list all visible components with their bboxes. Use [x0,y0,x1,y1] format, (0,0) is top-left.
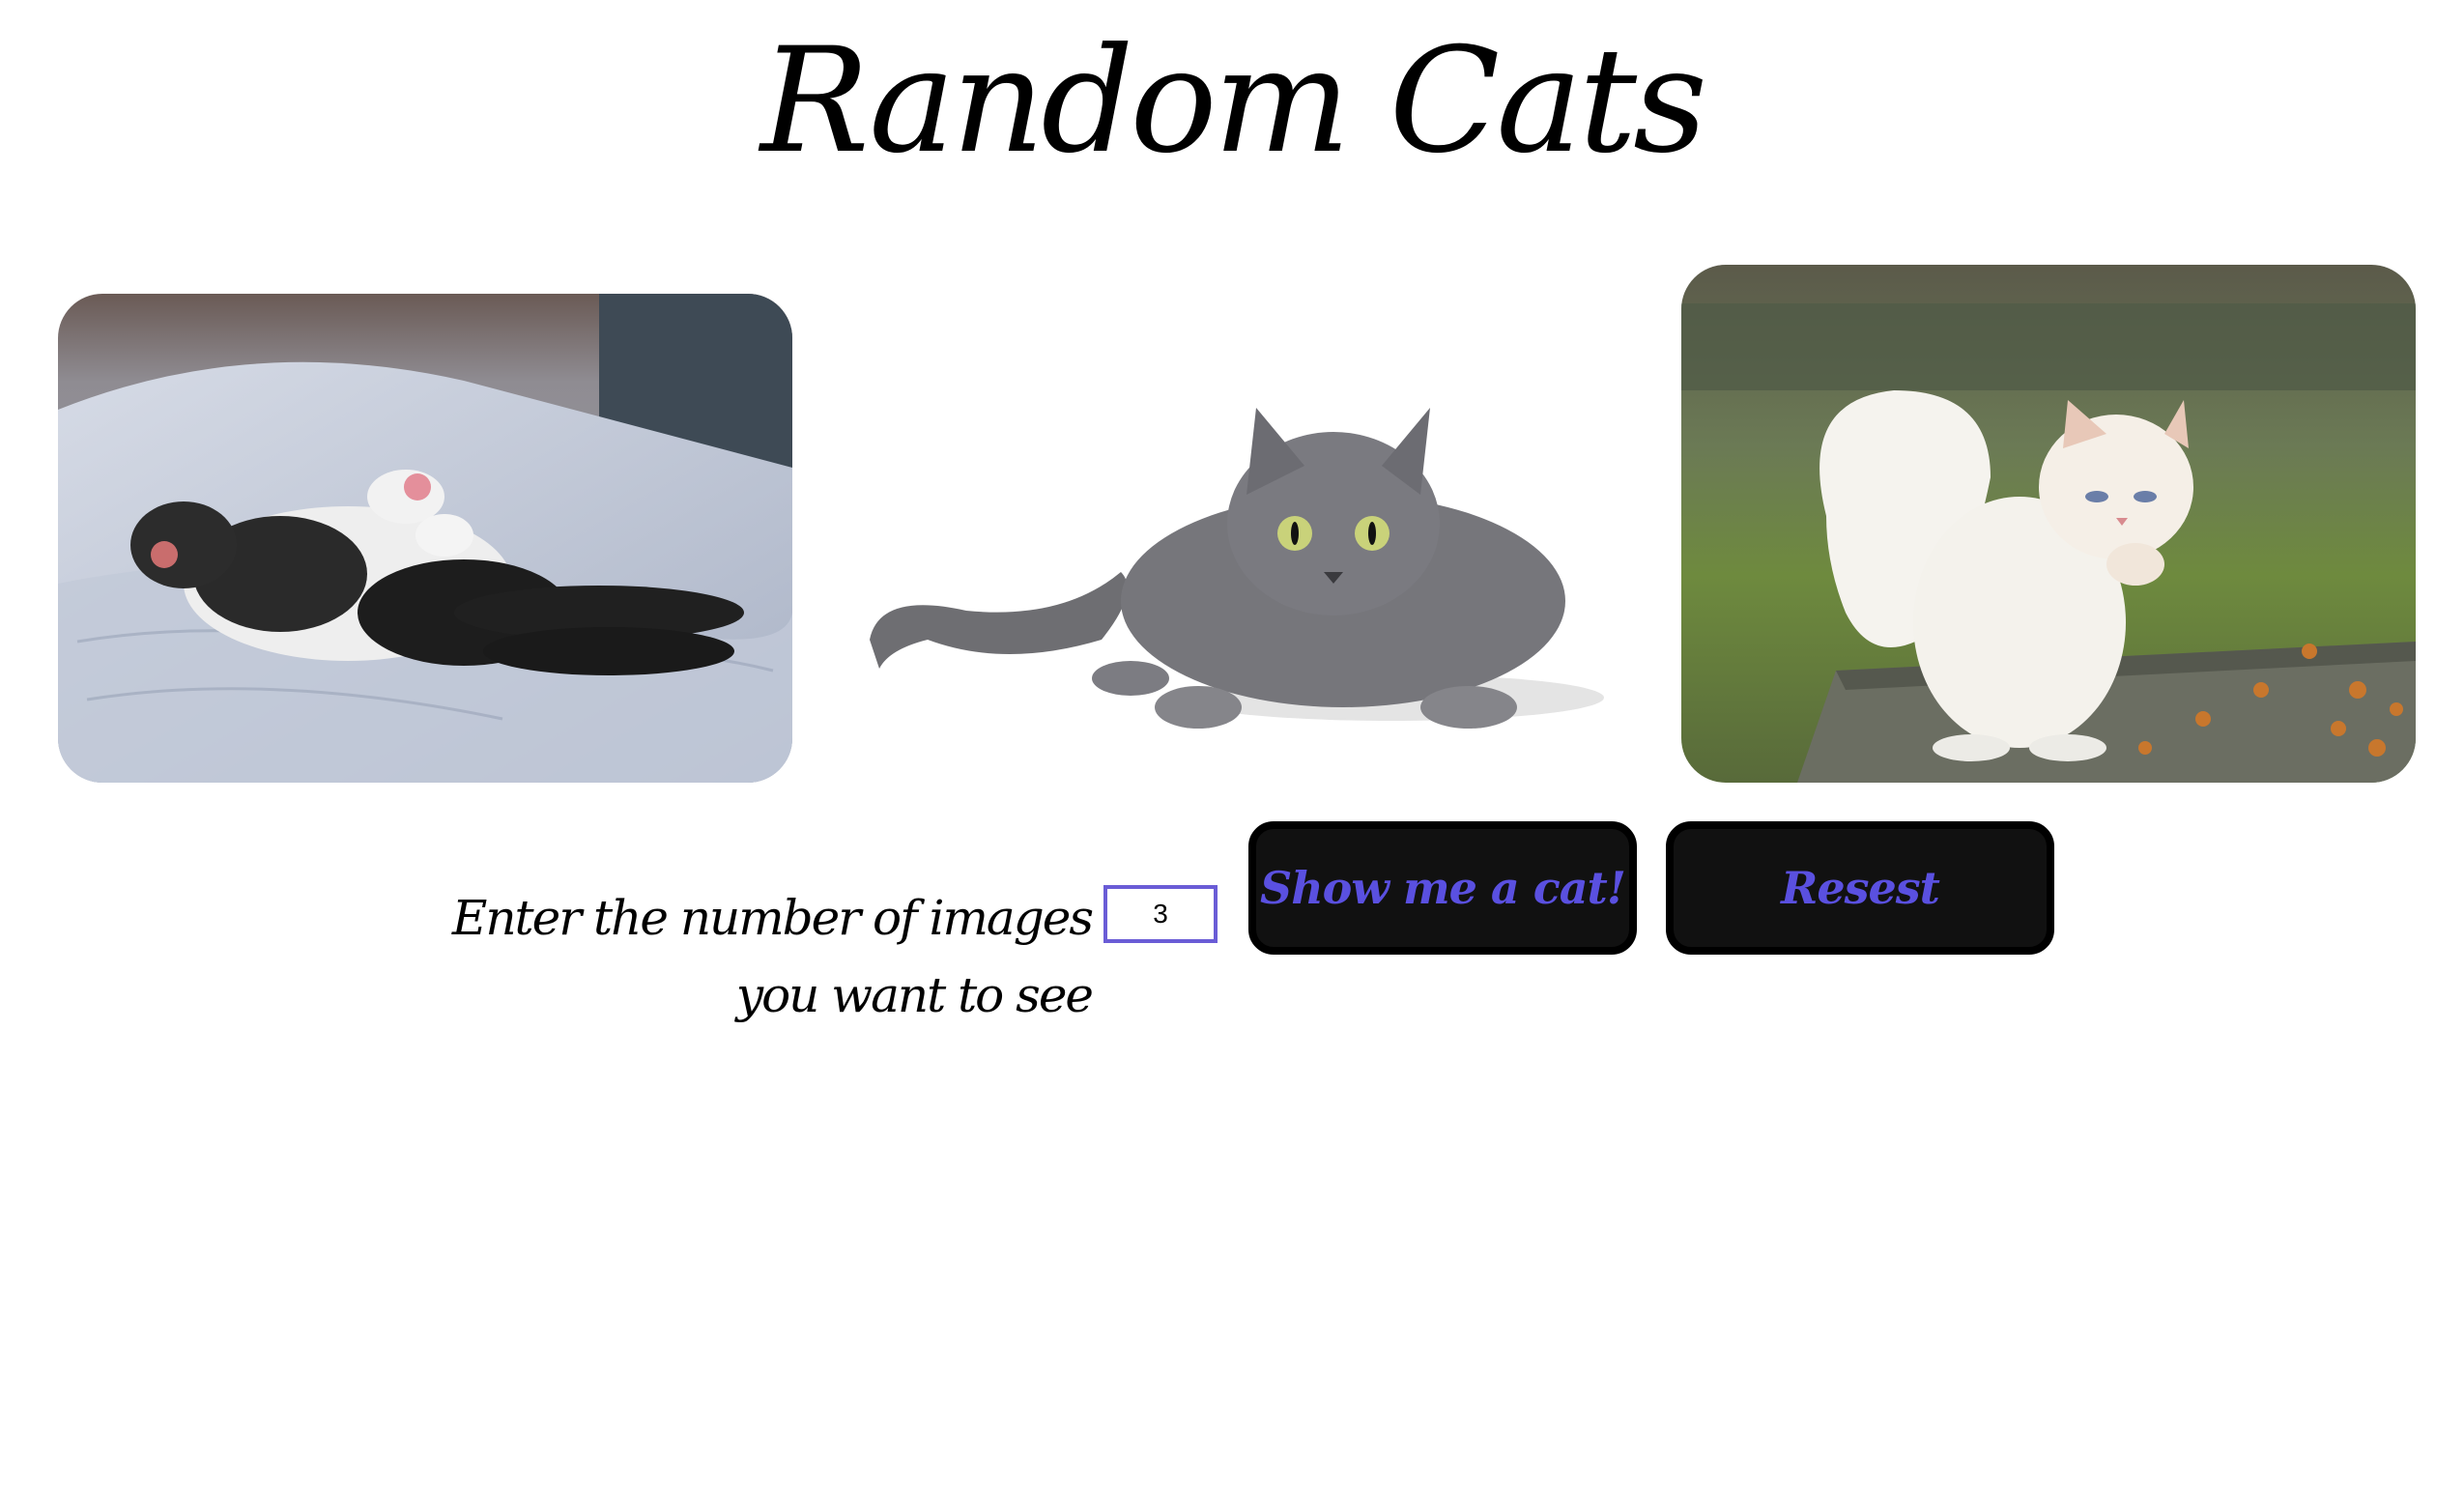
cat-image-1 [58,294,792,783]
show-cat-button[interactable]: Show me a cat! [1248,821,1637,955]
cat-image-2 [850,350,1604,756]
page-title: Random Cats [759,17,1707,186]
image-count-input[interactable] [1103,885,1218,943]
cat-image-3 [1681,265,2416,783]
cat-gallery [0,0,2464,1488]
image-count-label: Enter the number of images you want to s… [451,890,1094,1023]
reset-button[interactable]: Resest [1666,821,2054,955]
